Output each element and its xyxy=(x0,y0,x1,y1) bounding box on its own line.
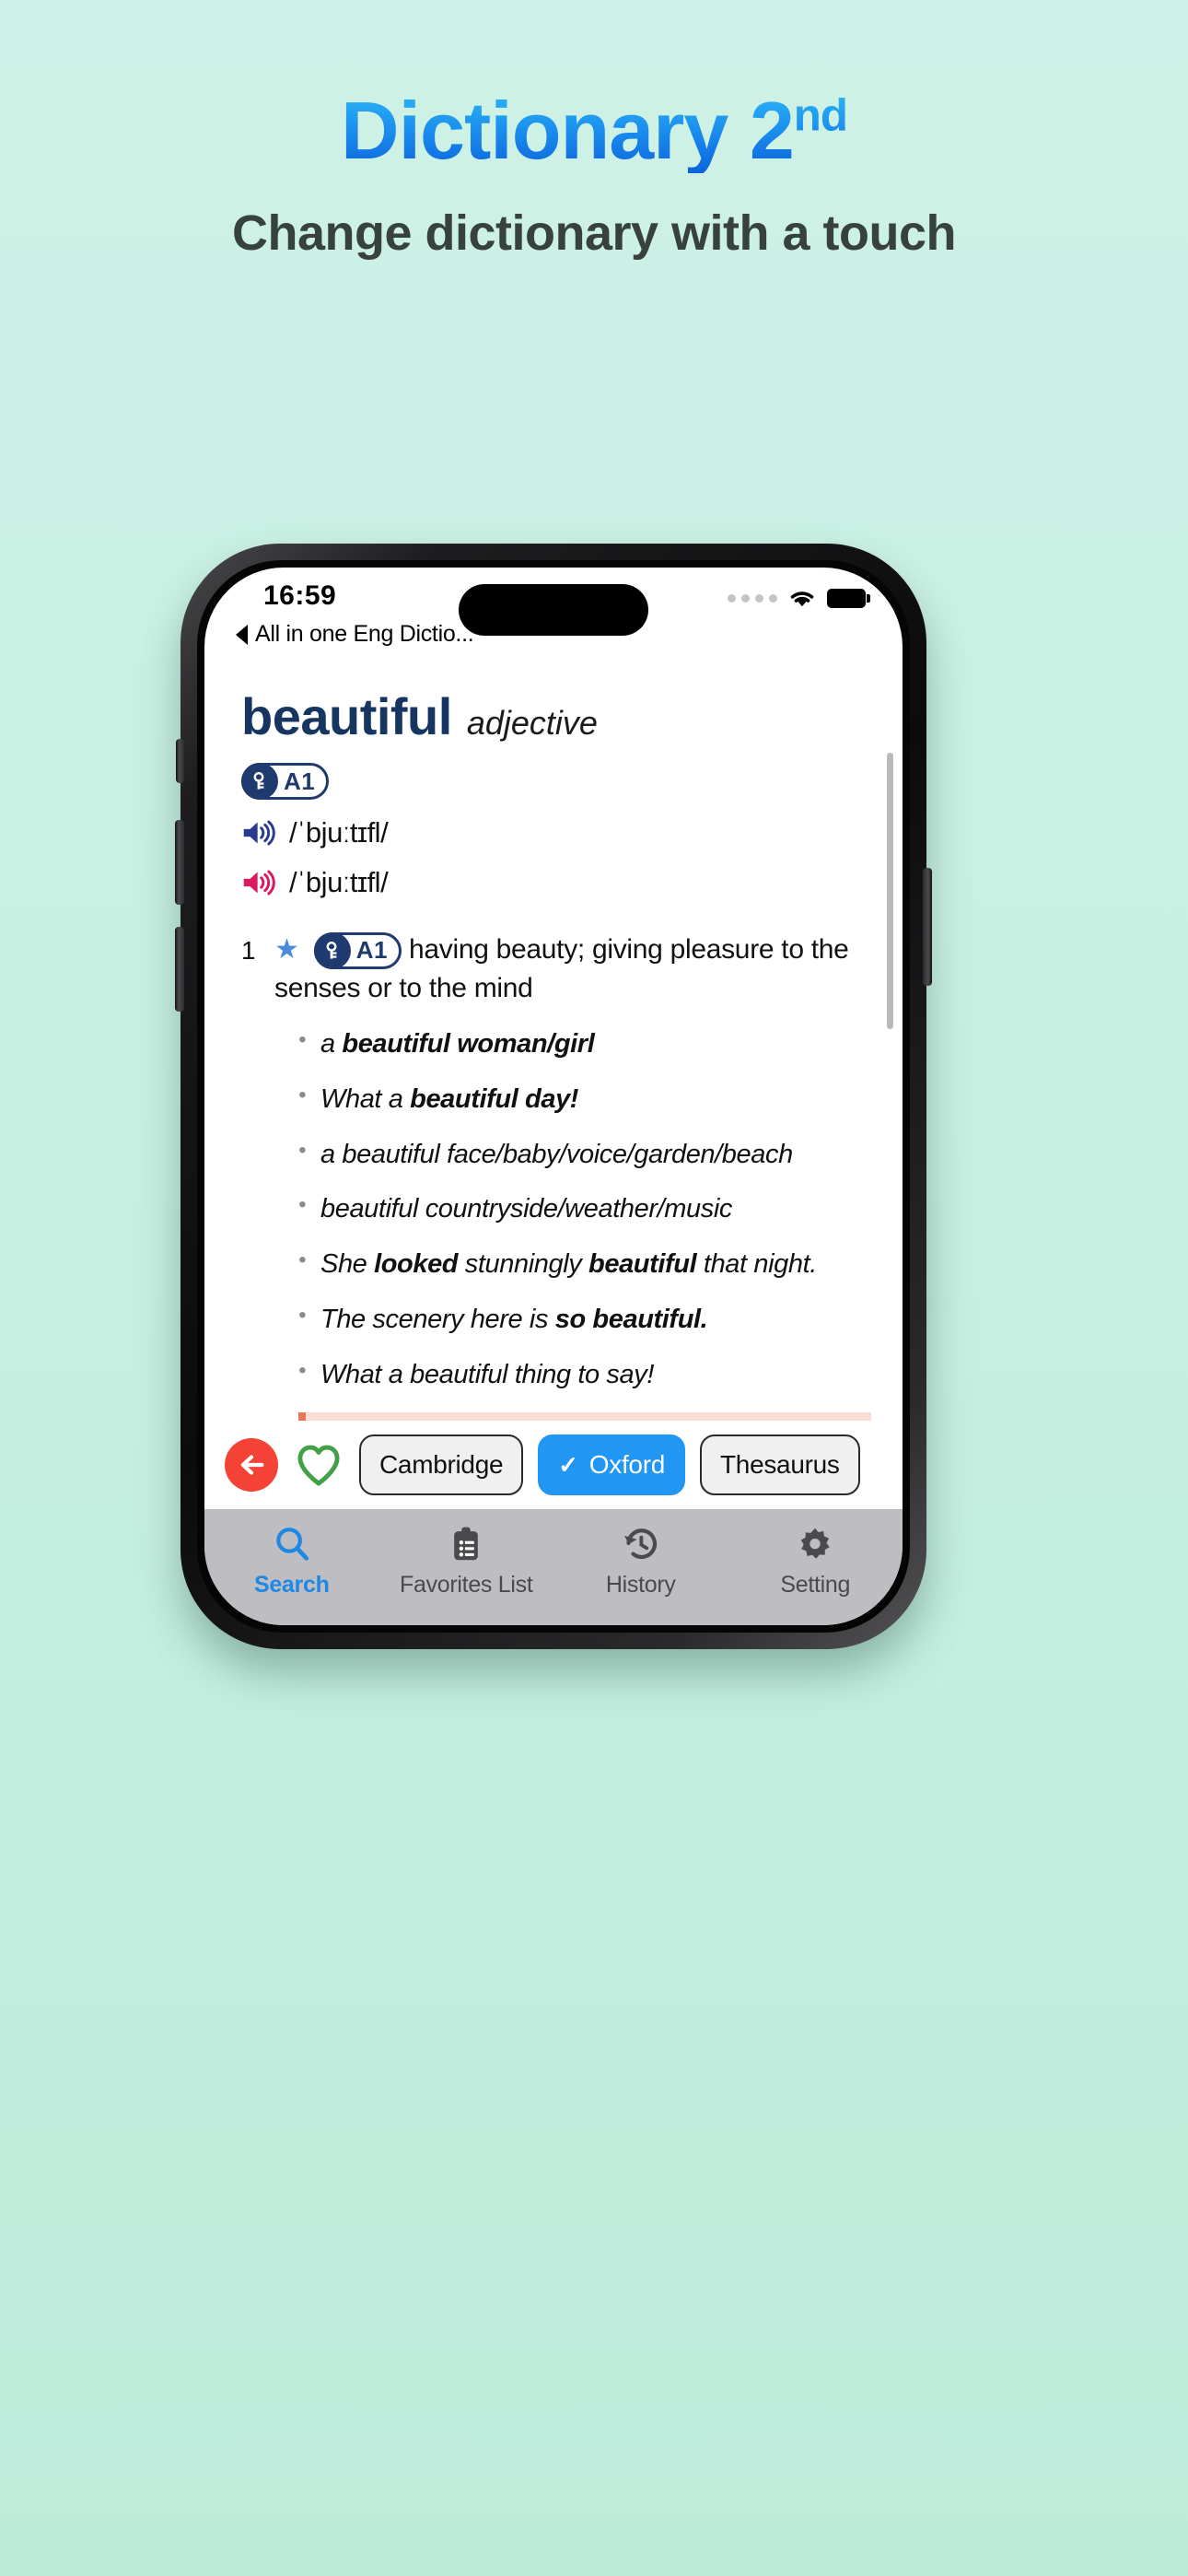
back-label: All in one Eng Dictio... xyxy=(255,621,474,647)
sense-body: ★ A1 having beauty; giving pleasure to t… xyxy=(274,931,871,1007)
tab-history[interactable]: History xyxy=(553,1524,728,1598)
tab-label: Favorites List xyxy=(400,1572,533,1598)
headword-row: beautiful adjective xyxy=(241,686,871,746)
search-icon xyxy=(275,1528,309,1561)
dictionary-thesaurus-button[interactable]: Thesaurus xyxy=(700,1434,860,1495)
dictionary-label: Oxford xyxy=(588,1450,666,1479)
status-bar: 16:59 xyxy=(204,568,903,636)
dictionary-label: Cambridge xyxy=(379,1450,504,1479)
status-indicators xyxy=(728,586,870,610)
promo-title-main: Dictionary xyxy=(341,85,750,176)
back-arrow-icon[interactable] xyxy=(225,1438,278,1492)
battery-icon xyxy=(827,588,870,608)
history-clock-icon xyxy=(623,1528,657,1560)
volume-down-button[interactable] xyxy=(175,927,184,1012)
status-time: 16:59 xyxy=(263,580,337,611)
phone-screen: 16:59 All in one Eng Dictio... beautiful… xyxy=(204,568,903,1625)
cefr-badge[interactable]: A1 xyxy=(241,763,330,800)
content-scrollbar[interactable] xyxy=(887,753,893,1029)
dictionary-switcher: Cambridge ✓ Oxford Thesaurus xyxy=(204,1421,903,1509)
list-item: What a beautiful thing to say! xyxy=(298,1356,871,1393)
clipboard-list-icon xyxy=(454,1527,479,1561)
list-item: She looked stunningly beautiful that nig… xyxy=(298,1246,871,1282)
key-icon xyxy=(313,932,351,969)
phone-frame: 16:59 All in one Eng Dictio... beautiful… xyxy=(175,544,932,1649)
star-icon[interactable]: ★ xyxy=(274,934,299,965)
tab-favorites-list[interactable]: Favorites List xyxy=(379,1524,554,1598)
signal-dots-icon xyxy=(728,593,777,603)
dynamic-island xyxy=(459,584,648,636)
headword: beautiful xyxy=(241,687,452,745)
power-button[interactable] xyxy=(923,868,932,986)
check-icon: ✓ xyxy=(558,1450,578,1479)
list-item: a beautiful face/baby/voice/garden/beach xyxy=(298,1136,871,1173)
list-item: beautiful countryside/weather/music xyxy=(298,1190,871,1227)
dictionary-label: Thesaurus xyxy=(720,1450,840,1479)
bottom-tab-bar: Search Favorites List History Setting xyxy=(204,1509,903,1625)
tab-label: Search xyxy=(253,1572,330,1598)
tab-search[interactable]: Search xyxy=(204,1524,379,1598)
silent-switch[interactable] xyxy=(176,739,184,783)
speaker-icon xyxy=(243,820,275,846)
list-item: The scenery here is so beautiful. xyxy=(298,1301,871,1338)
ipa-uk: /ˈbjuːtɪfl/ xyxy=(289,816,389,849)
tab-label: Setting xyxy=(780,1572,851,1598)
pronunciation-uk[interactable]: /ˈbjuːtɪfl/ xyxy=(241,816,871,849)
ipa-us: /ˈbjuːtɪfl/ xyxy=(289,866,389,898)
back-caret-icon xyxy=(236,624,248,645)
heart-icon[interactable] xyxy=(293,1439,344,1491)
phone-bezel: 16:59 All in one Eng Dictio... beautiful… xyxy=(197,560,910,1633)
pronunciation-us[interactable]: /ˈbjuːtɪfl/ xyxy=(241,866,871,899)
cefr-level: A1 xyxy=(284,767,316,795)
sense-cefr-badge[interactable]: A1 xyxy=(313,932,402,969)
volume-up-button[interactable] xyxy=(175,820,184,905)
key-icon xyxy=(241,763,278,800)
entry-content: beautiful adjective A1 /ˈbjuːtɪfl/ /ˈbju… xyxy=(204,653,903,1482)
sense-block: 1 ★ A1 having beauty; giving pleasure to… xyxy=(241,931,871,1007)
promo-title: Dictionary 2nd xyxy=(341,88,847,173)
sense-cefr-level: A1 xyxy=(355,936,388,965)
part-of-speech: adjective xyxy=(466,704,598,742)
promo-header: Dictionary 2nd Change dictionary with a … xyxy=(0,0,1188,262)
gear-icon xyxy=(800,1528,831,1559)
list-item: a beautiful woman/girl xyxy=(298,1025,871,1062)
tab-setting[interactable]: Setting xyxy=(728,1524,903,1598)
example-list: a beautiful woman/girl What a beautiful … xyxy=(241,1025,871,1393)
list-item: What a beautiful day! xyxy=(298,1081,871,1118)
sense-number: 1 xyxy=(241,936,256,965)
promo-title-superscript: nd xyxy=(793,89,847,141)
promo-subtitle: Change dictionary with a touch xyxy=(231,205,957,262)
promo-title-number: 2 xyxy=(749,85,794,176)
phone-mockup: 16:59 All in one Eng Dictio... beautiful… xyxy=(175,544,1009,1649)
wifi-icon xyxy=(790,591,814,607)
speaker-icon xyxy=(243,870,275,896)
dictionary-cambridge-button[interactable]: Cambridge xyxy=(359,1434,524,1495)
dictionary-oxford-button[interactable]: ✓ Oxford xyxy=(538,1434,685,1495)
tab-label: History xyxy=(605,1572,676,1598)
